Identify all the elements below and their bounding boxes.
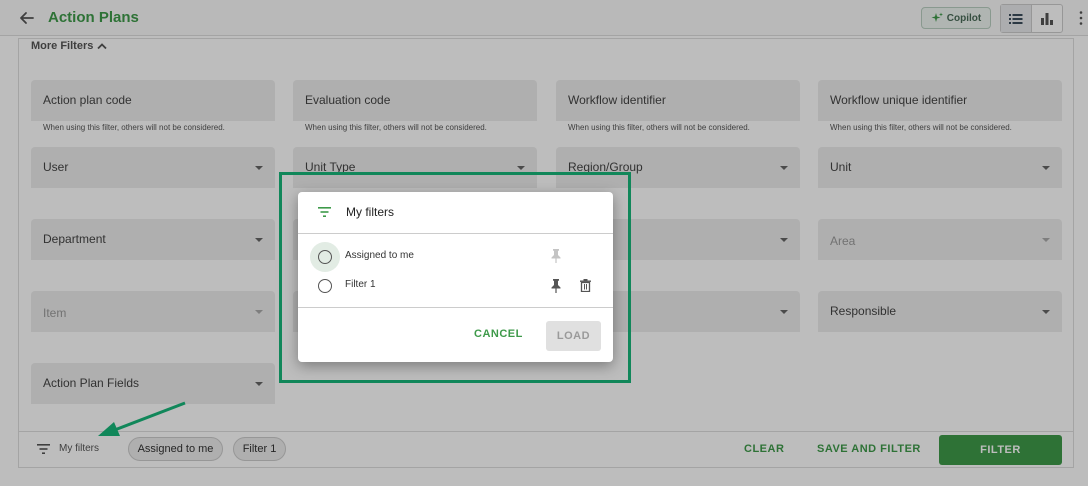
pin-icon[interactable] bbox=[551, 249, 561, 263]
filter-list-icon bbox=[318, 207, 331, 217]
trash-icon[interactable] bbox=[580, 279, 591, 292]
radio-button[interactable] bbox=[318, 279, 332, 293]
dialog-title: My filters bbox=[346, 205, 394, 219]
cancel-button[interactable]: CANCEL bbox=[474, 328, 523, 340]
dialog-divider bbox=[298, 307, 613, 308]
dialog-header: My filters bbox=[298, 192, 613, 234]
load-button[interactable]: LOAD bbox=[546, 321, 601, 351]
annotation-arrow-icon bbox=[98, 401, 186, 436]
my-filters-dialog: My filters Assigned to me Filter 1 CANCE… bbox=[298, 192, 613, 362]
pin-icon[interactable] bbox=[551, 279, 561, 293]
radio-button[interactable] bbox=[318, 250, 332, 264]
dialog-filter-item[interactable]: Assigned to me bbox=[298, 242, 613, 272]
filter-item-label: Assigned to me bbox=[345, 250, 414, 261]
filter-item-label: Filter 1 bbox=[345, 279, 376, 290]
dialog-filter-item[interactable]: Filter 1 bbox=[298, 272, 613, 300]
